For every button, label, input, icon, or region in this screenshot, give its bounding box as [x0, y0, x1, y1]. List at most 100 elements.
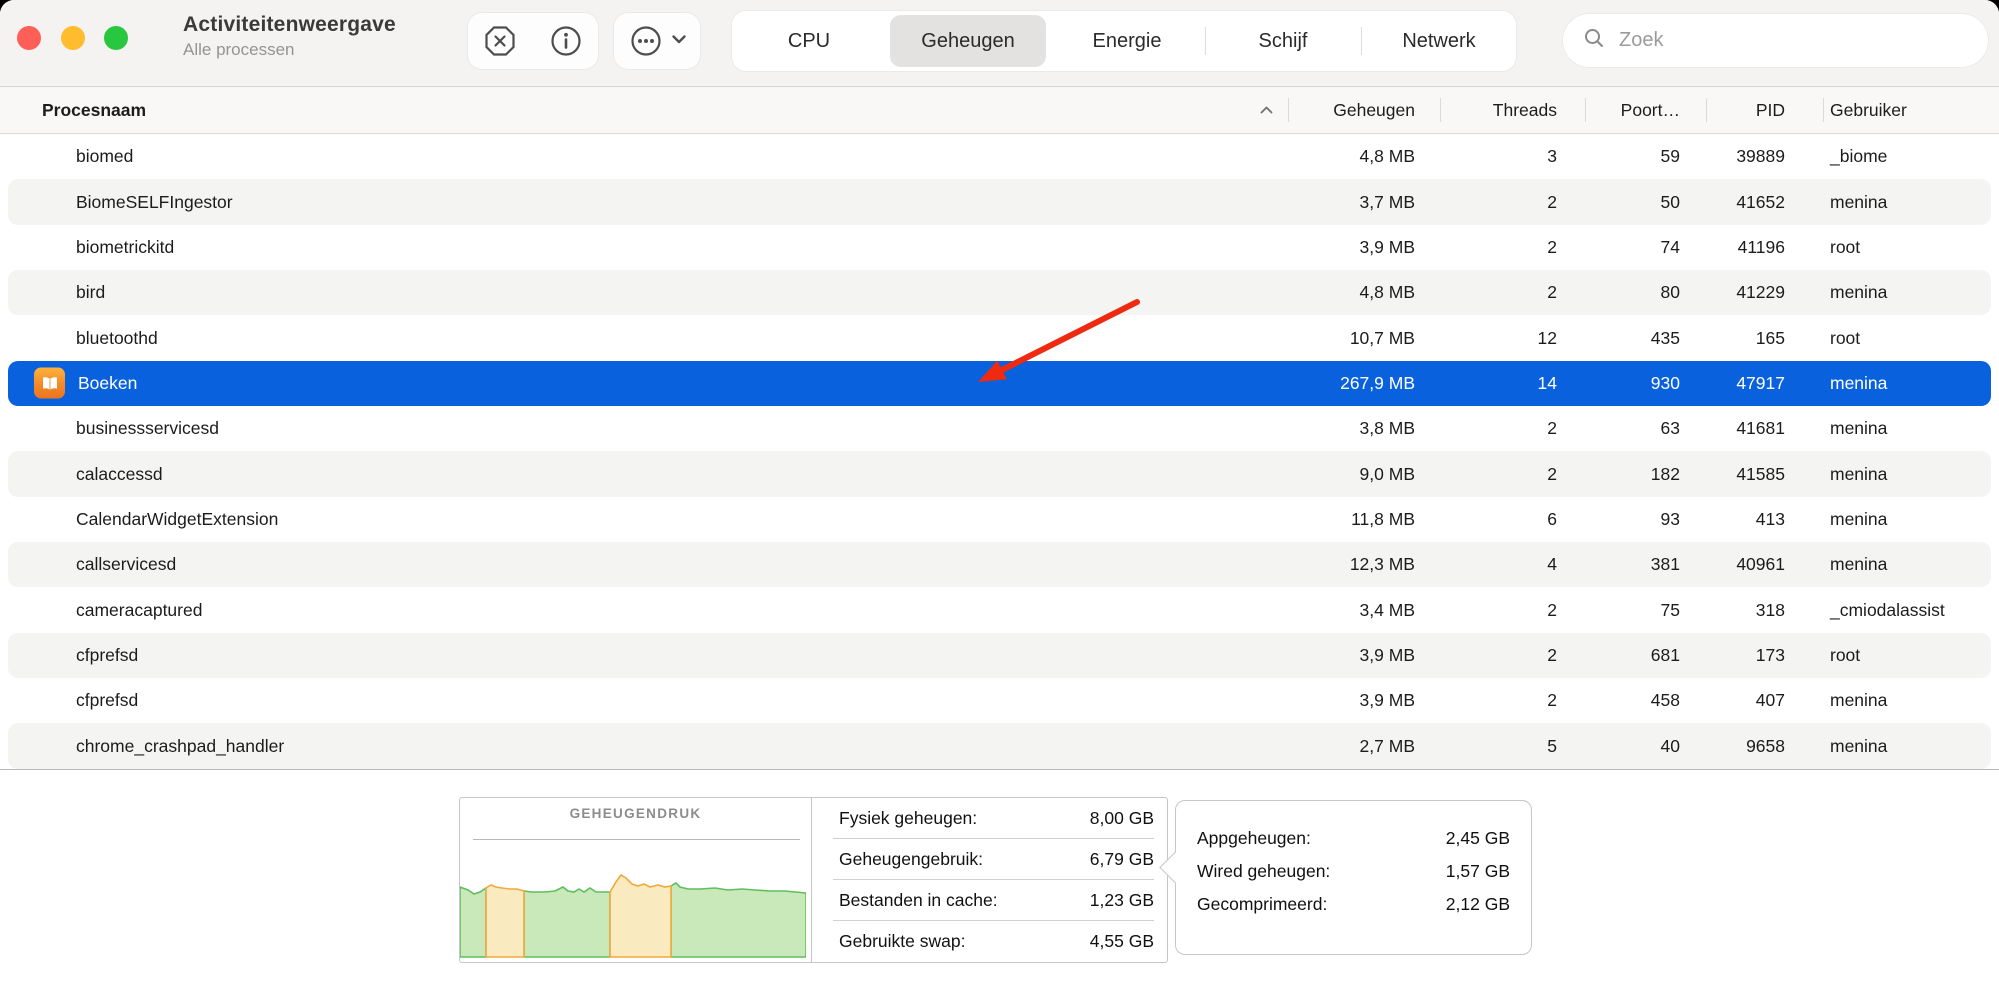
- stat-label: Wired geheugen:: [1197, 861, 1330, 882]
- table-row[interactable]: businessservicesd 3,8 MB 2 63 41681 meni…: [0, 406, 1999, 451]
- table-row[interactable]: bird 4,8 MB 2 80 41229 menina: [0, 270, 1999, 315]
- tab-label: Schijf: [1259, 30, 1308, 53]
- cell-ports: 681: [1585, 645, 1706, 666]
- cell-pid: 41585: [1706, 464, 1823, 485]
- memory-stat-row: Gebruikte swap: 4,55 GB: [812, 921, 1167, 962]
- cell-user: root: [1823, 645, 1999, 666]
- search-input[interactable]: [1617, 28, 1979, 53]
- window-subtitle: Alle processen: [183, 40, 396, 60]
- stat-label: Appgeheugen:: [1197, 828, 1311, 849]
- tab-label: CPU: [788, 30, 830, 53]
- cell-user: menina: [1823, 736, 1999, 757]
- zoom-button[interactable]: [104, 26, 128, 50]
- cell-process-name: bluetoothd: [8, 328, 1288, 349]
- table-row[interactable]: cfprefsd 3,9 MB 2 458 407 menina: [0, 678, 1999, 723]
- column-label: Gebruiker: [1830, 100, 1907, 121]
- force-quit-button[interactable]: [481, 22, 519, 60]
- column-header-gebruiker[interactable]: Gebruiker: [1823, 87, 1999, 133]
- cell-memory: 3,4 MB: [1288, 600, 1440, 621]
- table-row[interactable]: calaccessd 9,0 MB 2 182 41585 menina: [0, 451, 1999, 496]
- cell-user: _cmiodalassist: [1823, 600, 1999, 621]
- table-row[interactable]: biomed 4,8 MB 3 59 39889 _biome: [0, 134, 1999, 179]
- cell-ports: 80: [1585, 282, 1706, 303]
- stop-octagon-x-icon: [483, 24, 517, 58]
- cell-memory: 3,9 MB: [1288, 690, 1440, 711]
- chevron-down-icon: [671, 32, 687, 50]
- cell-pid: 41681: [1706, 418, 1823, 439]
- cell-process-name: biometrickitd: [8, 237, 1288, 258]
- inspect-process-button[interactable]: [547, 22, 585, 60]
- tab-label: Geheugen: [921, 30, 1014, 53]
- cell-user: root: [1823, 237, 1999, 258]
- table-row[interactable]: Boeken 267,9 MB 14 930 47917 menina: [0, 361, 1999, 406]
- cell-process-name: businessservicesd: [8, 418, 1288, 439]
- cell-process-name: cfprefsd: [8, 645, 1288, 666]
- cell-user: menina: [1823, 509, 1999, 530]
- tab-geheugen[interactable]: Geheugen: [890, 15, 1046, 67]
- stat-label: Fysiek geheugen:: [839, 808, 977, 829]
- cell-process-name: Boeken: [8, 373, 1288, 394]
- column-label: Geheugen: [1333, 100, 1415, 121]
- cell-process-name: chrome_crashpad_handler: [8, 736, 1288, 757]
- cell-threads: 14: [1440, 373, 1585, 394]
- sort-ascending-icon: [1259, 105, 1274, 115]
- search-field[interactable]: [1562, 13, 1989, 68]
- stat-value: 4,55 GB: [1090, 931, 1154, 952]
- close-button[interactable]: [17, 26, 41, 50]
- memory-breakdown-callout: Appgeheugen: 2,45 GB Wired geheugen: 1,5…: [1175, 800, 1532, 955]
- column-header-threads[interactable]: Threads: [1440, 87, 1585, 133]
- cell-pid: 9658: [1706, 736, 1823, 757]
- activity-monitor-window: Activiteitenweergave Alle processen: [0, 0, 1999, 981]
- cell-ports: 63: [1585, 418, 1706, 439]
- memory-stat-row: Fysiek geheugen: 8,00 GB: [812, 798, 1167, 839]
- column-header-procesnaam[interactable]: Procesnaam: [0, 87, 1288, 133]
- more-options-button[interactable]: [627, 22, 665, 60]
- stat-label: Gebruikte swap:: [839, 931, 965, 952]
- tab-schijf[interactable]: Schijf: [1205, 15, 1361, 67]
- cell-ports: 74: [1585, 237, 1706, 258]
- cell-ports: 93: [1585, 509, 1706, 530]
- stat-value: 1,57 GB: [1446, 861, 1510, 882]
- cell-process-name: bird: [8, 282, 1288, 303]
- cell-process-name: cfprefsd: [8, 690, 1288, 711]
- breakdown-stat-row: Wired geheugen: 1,57 GB: [1197, 855, 1510, 888]
- cell-pid: 165: [1706, 328, 1823, 349]
- cell-memory: 11,8 MB: [1288, 509, 1440, 530]
- cell-pid: 40961: [1706, 554, 1823, 575]
- cell-threads: 3: [1440, 146, 1585, 167]
- info-circle-icon: [549, 24, 583, 58]
- table-row[interactable]: bluetoothd 10,7 MB 12 435 165 root: [0, 315, 1999, 360]
- title-block: Activiteitenweergave Alle processen: [183, 13, 396, 60]
- table-row[interactable]: chrome_crashpad_handler 2,7 MB 5 40 9658…: [0, 723, 1999, 768]
- cell-threads: 2: [1440, 237, 1585, 258]
- column-header-poorten[interactable]: Poort…: [1585, 87, 1706, 133]
- tab-netwerk[interactable]: Netwerk: [1361, 15, 1517, 67]
- cell-user: menina: [1823, 464, 1999, 485]
- cell-pid: 318: [1706, 600, 1823, 621]
- cell-process-name: cameracaptured: [8, 600, 1288, 621]
- minimize-button[interactable]: [61, 26, 85, 50]
- cell-threads: 2: [1440, 645, 1585, 666]
- cell-ports: 75: [1585, 600, 1706, 621]
- tab-cpu[interactable]: CPU: [731, 15, 887, 67]
- cell-user: menina: [1823, 373, 1999, 394]
- table-row[interactable]: cameracaptured 3,4 MB 2 75 318 _cmiodala…: [0, 587, 1999, 632]
- table-row[interactable]: biometrickitd 3,9 MB 2 74 41196 root: [0, 225, 1999, 270]
- table-row[interactable]: callservicesd 12,3 MB 4 381 40961 menina: [0, 542, 1999, 587]
- cell-pid: 41196: [1706, 237, 1823, 258]
- column-header-pid[interactable]: PID: [1706, 87, 1823, 133]
- memory-stat-row: Geheugengebruik: 6,79 GB: [812, 839, 1167, 880]
- tab-energie[interactable]: Energie: [1049, 15, 1205, 67]
- table-row[interactable]: CalendarWidgetExtension 11,8 MB 6 93 413…: [0, 497, 1999, 542]
- cell-threads: 2: [1440, 600, 1585, 621]
- cell-threads: 2: [1440, 282, 1585, 303]
- cell-memory: 9,0 MB: [1288, 464, 1440, 485]
- column-header-geheugen[interactable]: Geheugen: [1288, 87, 1440, 133]
- cell-pid: 41652: [1706, 192, 1823, 213]
- memory-stats-list: Fysiek geheugen: 8,00 GB Geheugengebruik…: [812, 798, 1167, 962]
- cell-memory: 3,7 MB: [1288, 192, 1440, 213]
- cell-user: menina: [1823, 690, 1999, 711]
- table-row[interactable]: cfprefsd 3,9 MB 2 681 173 root: [0, 633, 1999, 678]
- table-row[interactable]: BiomeSELFIngestor 3,7 MB 2 50 41652 meni…: [0, 179, 1999, 224]
- cell-memory: 3,8 MB: [1288, 418, 1440, 439]
